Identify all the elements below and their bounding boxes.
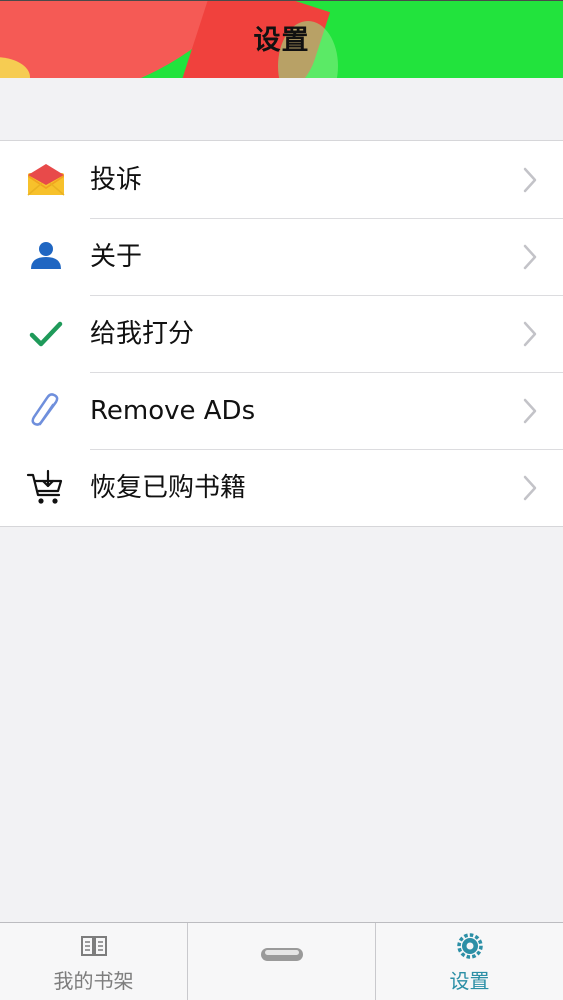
nav-header: 设置	[0, 0, 563, 78]
settings-item-label: 关于	[90, 242, 143, 272]
cart-download-icon	[26, 469, 66, 507]
settings-item-remove-ads[interactable]: Remove ADs	[0, 372, 563, 449]
book-icon	[80, 936, 107, 956]
paperclip-icon	[26, 392, 66, 430]
tab-center-home[interactable]	[187, 923, 375, 1000]
envelope-icon	[26, 161, 66, 199]
settings-item-rate[interactable]: 给我打分	[0, 295, 563, 372]
settings-item-label: 恢复已购书籍	[90, 473, 247, 503]
tab-label: 设置	[449, 969, 490, 993]
chevron-right-icon	[523, 398, 537, 424]
settings-item-label: Remove ADs	[90, 396, 256, 426]
settings-screen: 设置 投诉 关于 给我打分 Remove ADs 恢复已购书籍 我的书架 设置	[0, 0, 563, 1000]
checkmark-icon	[26, 315, 66, 353]
home-button-icon	[260, 948, 303, 961]
settings-item-label: 投诉	[90, 165, 143, 195]
chevron-right-icon	[523, 475, 537, 501]
chevron-right-icon	[523, 244, 537, 270]
tab-label: 我的书架	[53, 969, 134, 993]
person-icon	[26, 238, 66, 276]
gear-icon	[456, 933, 483, 959]
settings-item-about[interactable]: 关于	[0, 218, 563, 295]
tab-bar: 我的书架 设置	[0, 922, 563, 1000]
tab-settings[interactable]: 设置	[375, 923, 563, 1000]
settings-item-label: 给我打分	[90, 319, 195, 349]
settings-item-complaint[interactable]: 投诉	[0, 141, 563, 218]
tab-bookshelf[interactable]: 我的书架	[0, 923, 187, 1000]
chevron-right-icon	[523, 321, 537, 347]
chevron-right-icon	[523, 167, 537, 193]
settings-list: 投诉 关于 给我打分 Remove ADs 恢复已购书籍	[0, 140, 563, 527]
settings-item-restore-purchases[interactable]: 恢复已购书籍	[0, 449, 563, 526]
page-title: 设置	[253, 25, 310, 56]
